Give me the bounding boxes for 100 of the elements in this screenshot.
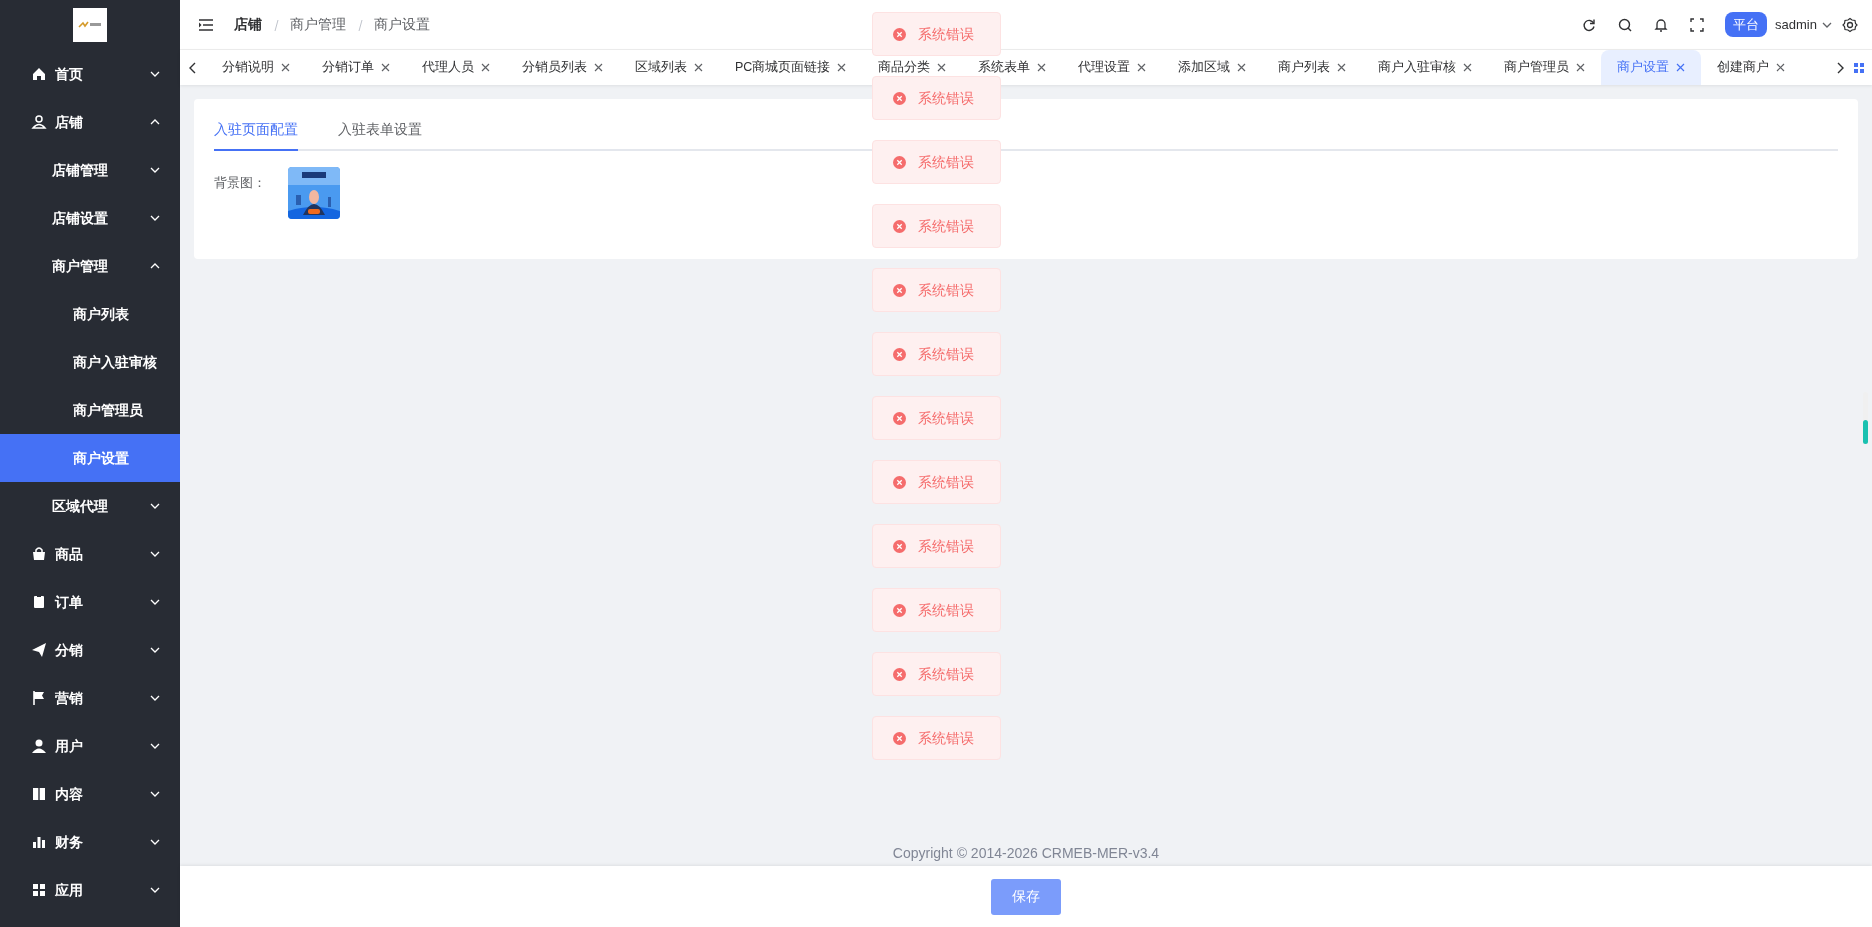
- sidebar-item[interactable]: 商户设置: [0, 434, 180, 482]
- close-icon: [1576, 63, 1586, 72]
- chevron-down-icon: [150, 790, 160, 798]
- close-icon: [1337, 63, 1347, 72]
- error-icon: [893, 91, 906, 105]
- clipboard-icon: [31, 594, 47, 610]
- error-icon: [893, 603, 906, 617]
- error-toast: 系统错误: [872, 76, 1001, 120]
- chevron-down-icon: [150, 742, 160, 750]
- sidebar-item[interactable]: 商户管理员: [0, 386, 180, 434]
- settings-icon[interactable]: [1842, 16, 1858, 33]
- breadcrumb-item[interactable]: 店铺: [234, 14, 262, 35]
- sidebar-item[interactable]: 商品: [0, 530, 180, 578]
- chevron-down-icon: [150, 214, 160, 222]
- close-icon: [381, 63, 390, 72]
- error-toast: 系统错误: [872, 12, 1001, 56]
- sidebar-item[interactable]: 分销: [0, 626, 180, 674]
- page-tab[interactable]: PC商城页面链接: [719, 50, 863, 85]
- menu-icon: [198, 16, 214, 33]
- page-tab[interactable]: 分销订单: [306, 50, 406, 85]
- error-icon: [893, 219, 906, 233]
- close-icon: [1676, 63, 1686, 72]
- error-toast: 系统错误: [872, 140, 1001, 184]
- search-icon[interactable]: [1617, 16, 1634, 33]
- close-icon: [481, 63, 490, 72]
- chevron-up-icon: [150, 118, 160, 126]
- breadcrumb-item: 商户设置: [374, 15, 430, 34]
- close-icon: [281, 63, 290, 72]
- close-icon: [1463, 63, 1473, 72]
- chevron-down-icon: [150, 166, 160, 174]
- sidebar-item[interactable]: 营销: [0, 674, 180, 722]
- page-tab[interactable]: 商户管理员: [1488, 50, 1602, 85]
- chevron-down-icon: [150, 70, 160, 78]
- error-icon: [893, 539, 906, 553]
- close-icon: [1037, 63, 1047, 72]
- field-label: 背景图：: [214, 174, 266, 192]
- bag-icon: [31, 546, 47, 562]
- page-tab[interactable]: 区域列表: [619, 50, 719, 85]
- page-tab[interactable]: 代理人员: [406, 50, 506, 85]
- logo-icon: [73, 8, 107, 42]
- bell-icon[interactable]: [1653, 16, 1670, 33]
- breadcrumb-item[interactable]: 商户管理: [290, 14, 346, 35]
- chevron-down-icon: [150, 598, 160, 606]
- fullscreen-icon[interactable]: [1689, 16, 1706, 33]
- error-icon: [893, 27, 906, 41]
- error-icon: [893, 411, 906, 425]
- sidebar-item[interactable]: 店铺: [0, 98, 180, 146]
- chevron-right-icon[interactable]: [1836, 61, 1846, 74]
- error-icon: [893, 347, 906, 361]
- error-icon: [893, 731, 906, 745]
- error-toast: 系统错误: [872, 716, 1001, 760]
- sidebar-item[interactable]: 应用: [0, 866, 180, 914]
- scroll-indicator: [1863, 392, 1868, 444]
- page-tab[interactable]: 创建商户: [1701, 50, 1802, 85]
- error-toast: 系统错误: [872, 524, 1001, 568]
- error-icon: [893, 475, 906, 489]
- close-icon: [1137, 63, 1147, 72]
- chevron-down-icon: [150, 646, 160, 654]
- page-tab[interactable]: 商户设置: [1601, 50, 1702, 85]
- sidebar-item[interactable]: 订单: [0, 578, 180, 626]
- error-icon: [893, 667, 906, 681]
- close-icon: [1776, 63, 1786, 72]
- content-tab[interactable]: 入驻页面配置: [214, 119, 298, 151]
- page-tab[interactable]: 商户入驻审核: [1362, 50, 1489, 85]
- page-tab[interactable]: 分销说明: [206, 50, 306, 85]
- sidebar-item[interactable]: 区域代理: [0, 482, 180, 530]
- close-icon: [594, 63, 603, 72]
- sidebar-item[interactable]: 商户入驻审核: [0, 338, 180, 386]
- sidebar-item[interactable]: 财务: [0, 818, 180, 866]
- close-icon: [1237, 63, 1247, 72]
- page-tab[interactable]: 代理设置: [1062, 50, 1163, 85]
- grid-icon[interactable]: [1854, 62, 1864, 73]
- book-icon: [31, 786, 47, 802]
- sidebar-item[interactable]: 店铺设置: [0, 194, 180, 242]
- home-icon: [31, 66, 47, 82]
- user-icon: [31, 114, 47, 130]
- error-toast: 系统错误: [872, 268, 1001, 312]
- sidebar-item[interactable]: 用户: [0, 722, 180, 770]
- user-name[interactable]: sadmin: [1775, 14, 1817, 35]
- sidebar-item[interactable]: 店铺管理: [0, 146, 180, 194]
- copyright-text: Copyright © 2014-2026 CRMEB-MER-v3.4: [891, 844, 1161, 863]
- page-tab[interactable]: 分销员列表: [506, 50, 619, 85]
- user-icon: [31, 738, 47, 754]
- page-tab[interactable]: 商户列表: [1262, 50, 1363, 85]
- page-tab[interactable]: 添加区域: [1162, 50, 1263, 85]
- flag-icon: [31, 690, 47, 706]
- error-toast: 系统错误: [872, 396, 1001, 440]
- chevron-down-icon: [150, 838, 160, 846]
- bar-chart-icon: [31, 834, 47, 850]
- chevron-left-icon[interactable]: [188, 61, 198, 74]
- error-toast: 系统错误: [872, 332, 1001, 376]
- platform-badge: 平台: [1725, 11, 1768, 38]
- close-icon: [694, 63, 703, 72]
- error-toast: 系统错误: [872, 204, 1001, 248]
- sidebar-item[interactable]: 首页: [0, 50, 180, 98]
- chevron-down-icon: [1822, 20, 1832, 29]
- sidebar-item[interactable]: 内容: [0, 770, 180, 818]
- sidebar-item[interactable]: 商户管理: [0, 242, 180, 290]
- sidebar-item[interactable]: 商户列表: [0, 290, 180, 338]
- content-tab[interactable]: 入驻表单设置: [338, 119, 422, 151]
